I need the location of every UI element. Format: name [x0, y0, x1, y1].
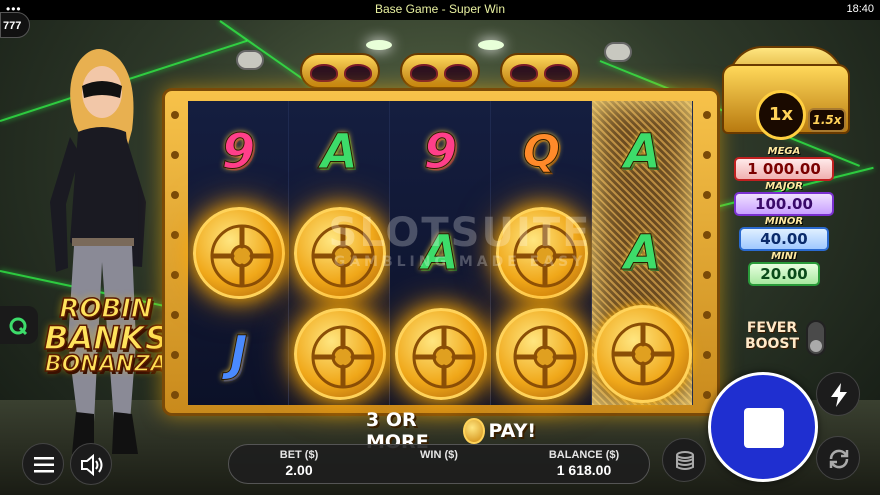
watermark: SLOTSUITE GAMBLING MADE EASY	[250, 210, 670, 270]
jackpot-value-minor: 40.00	[739, 227, 829, 251]
fever-boost-switch[interactable]	[806, 320, 826, 356]
coin-icon	[463, 418, 485, 444]
speaker-icon	[81, 454, 103, 476]
vault-coin-icon	[394, 307, 487, 400]
watermark-line-2: GAMBLING MADE EASY	[333, 254, 587, 270]
bet-stat[interactable]: BET ($) 2.00	[269, 449, 329, 478]
mask-icon	[400, 53, 480, 89]
win-stat: WIN ($)	[409, 449, 469, 462]
watermark-line-1: SLOTSUITE	[328, 210, 592, 256]
status-bar: ••• Base Game - Super Win 18:40	[0, 0, 880, 20]
jackpot-value-mini: 20.00	[748, 262, 820, 286]
fever-boost-line-1: FEVER	[746, 320, 798, 336]
menu-button[interactable]	[22, 443, 64, 485]
security-camera-icon	[236, 50, 264, 70]
security-camera-icon	[604, 42, 632, 62]
reel-cell	[592, 303, 693, 404]
mask-ornaments	[300, 53, 590, 93]
clock: 18:40	[846, 3, 874, 15]
jackpot-label-major: MAJOR	[765, 181, 803, 192]
jackpot-value-major: 100.00	[734, 192, 834, 216]
turbo-button[interactable]	[816, 372, 860, 416]
symbol-q: Q	[522, 125, 561, 177]
reel-cell: 9	[188, 101, 289, 202]
jackpot-label-mini: MINI	[771, 251, 797, 262]
symbol-9: 9	[423, 123, 458, 180]
balance-value: 1 618.00	[556, 462, 612, 478]
reel-cell: Q	[491, 101, 592, 202]
autoplay-icon	[829, 449, 849, 469]
stop-icon	[744, 408, 784, 448]
vault-coin-icon	[593, 304, 692, 403]
ceiling-light	[478, 40, 504, 50]
pay-rule-banner: 3 OR MORE PAY!	[366, 409, 537, 453]
multiplier-current: 1x	[756, 90, 806, 140]
pay-rule-right: PAY!	[488, 420, 537, 442]
reel-cell: J	[188, 303, 289, 404]
fever-boost-label: FEVER BOOST	[740, 320, 804, 352]
sound-button[interactable]	[70, 443, 112, 485]
bet-info-bar: BET ($) 2.00 WIN ($) BALANCE ($) 1 618.0…	[228, 444, 650, 484]
fever-boost-line-2: BOOST	[744, 336, 800, 352]
balance-label: BALANCE ($)	[548, 449, 620, 461]
ceiling-light	[366, 40, 392, 50]
switch-knob	[810, 340, 822, 352]
symbol-j: J	[229, 325, 248, 382]
jackpot-label-mega: MEGA	[767, 146, 801, 157]
jackpot-value-mega: 1 000.00	[734, 157, 834, 181]
win-label: WIN ($)	[420, 449, 458, 461]
reel-cell: A	[592, 101, 693, 202]
window-title: Base Game - Super Win	[374, 2, 506, 16]
symbol-9: 9	[221, 123, 256, 180]
balance-stat: BALANCE ($) 1 618.00	[539, 449, 629, 478]
autoplay-button[interactable]	[816, 436, 860, 480]
bet-label: BET ($)	[279, 449, 319, 461]
lightning-icon	[831, 383, 847, 407]
symbol-a: A	[320, 123, 359, 180]
mask-icon	[500, 53, 580, 89]
multiplier-next: 1.5x	[808, 108, 846, 132]
vault-coin-icon	[495, 307, 588, 400]
reel-cell	[289, 303, 390, 404]
spin-stop-button[interactable]	[708, 372, 818, 482]
symbol-a: A	[623, 123, 662, 180]
jackpot-panel: MEGA 1 000.00 MAJOR 100.00 MINOR 40.00 M…	[734, 146, 834, 286]
jackpot-label-minor: MINOR	[764, 216, 804, 227]
reel-cell	[390, 303, 491, 404]
reel-cell: A	[289, 101, 390, 202]
mask-icon	[300, 53, 380, 89]
coins-stack-icon	[676, 451, 694, 470]
provider-badge[interactable]: 777	[0, 12, 30, 38]
bet-value: 2.00	[285, 462, 313, 478]
reel-cell	[491, 303, 592, 404]
reel-cell: 9	[390, 101, 491, 202]
bet-settings-button[interactable]	[662, 438, 706, 482]
menu-icon	[34, 457, 54, 473]
fever-boost-toggle[interactable]: FEVER BOOST	[740, 318, 830, 358]
vault-coin-icon	[293, 307, 386, 400]
character-robin-banks	[28, 42, 168, 462]
